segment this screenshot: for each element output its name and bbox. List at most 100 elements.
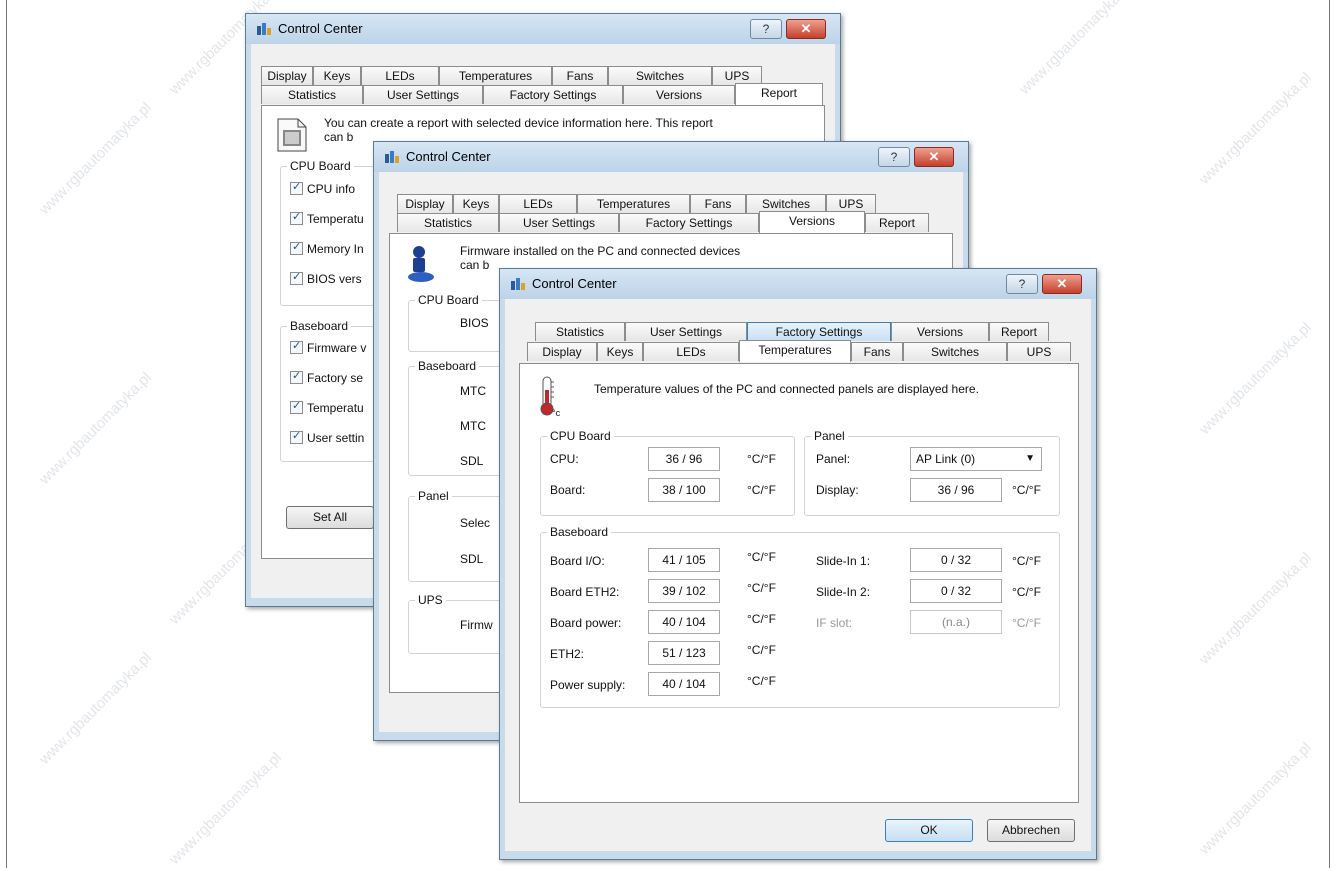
tab-report[interactable]: Report [735,83,823,105]
window-title: Control Center [532,276,617,291]
tab-report[interactable]: Report [865,213,929,232]
checkbox-factory-settings[interactable]: Factory se [290,369,363,385]
cpu-temp-field: 36 / 96 [648,447,720,471]
temperatures-page: °c Temperature values of the PC and conn… [519,363,1079,803]
row-label: MTC [460,384,486,398]
row-label: SDL [460,454,484,468]
unit-label: °C/°F [747,581,776,595]
set-all-button[interactable]: Set All [286,506,374,529]
unit-label: °C/°F [747,674,776,688]
tab-statistics[interactable]: Statistics [535,322,625,341]
cancel-button[interactable]: Abbrechen [987,819,1075,842]
checkbox-cpu-info[interactable]: CPU info [290,180,355,196]
group-label: CPU Board [287,159,354,173]
if-slot-temp-field: (n.a.) [910,610,1002,634]
help-button[interactable]: ? [750,19,782,39]
unit-label: °C/°F [1012,483,1041,497]
tab-display[interactable]: Display [261,66,313,85]
client-area: Statistics User Settings Factory Setting… [505,299,1091,851]
board-eth2-label: Board ETH2: [550,585,620,599]
versions-info-line2: can b [460,258,490,272]
title-bar[interactable]: Control Center ? ✕ [374,142,968,172]
tab-leds[interactable]: LEDs [361,66,439,85]
tab-versions[interactable]: Versions [623,85,735,104]
tab-versions[interactable]: Versions [891,322,989,341]
tab-keys[interactable]: Keys [313,66,361,85]
tab-temperatures[interactable]: Temperatures [439,66,552,85]
checkbox-user-settings[interactable]: User settin [290,429,364,445]
tab-display[interactable]: Display [527,342,597,361]
unit-label: °C/°F [747,643,776,657]
tab-fans[interactable]: Fans [552,66,608,85]
ok-button[interactable]: OK [885,819,973,842]
tab-temperatures[interactable]: Temperatures [739,340,851,362]
chevron-down-icon: ▼ [1025,453,1035,464]
unit-label: °C/°F [1012,585,1041,599]
tab-user-settings[interactable]: User Settings [499,213,619,232]
help-button[interactable]: ? [1006,274,1038,294]
report-info-line1: You can create a report with selected de… [324,116,713,130]
tab-fans[interactable]: Fans [690,194,746,213]
close-button[interactable]: ✕ [1042,274,1082,294]
report-document-icon [277,118,307,152]
group-label: CPU Board [547,429,614,443]
tab-keys[interactable]: Keys [597,342,643,361]
tab-temperatures[interactable]: Temperatures [577,194,690,213]
group-label: UPS [415,593,446,607]
tab-display[interactable]: Display [397,194,453,213]
row-label: Firmw [460,618,493,632]
eth2-temp-field: 51 / 123 [648,641,720,665]
help-button[interactable]: ? [878,147,910,167]
tab-report[interactable]: Report [989,322,1049,341]
tab-factory-settings[interactable]: Factory Settings [619,213,759,232]
eth2-label: ETH2: [550,647,585,661]
tab-keys[interactable]: Keys [453,194,499,213]
power-supply-label: Power supply: [550,678,626,692]
tab-user-settings[interactable]: User Settings [363,85,483,104]
row-label: Selec [460,516,491,530]
group-label: Panel [415,489,452,503]
row-label: MTC [460,419,486,433]
tab-fans[interactable]: Fans [851,342,903,361]
tab-leds[interactable]: LEDs [643,342,739,361]
unit-label: °C/°F [747,483,776,497]
tab-statistics[interactable]: Statistics [261,85,363,104]
tab-versions[interactable]: Versions [759,211,865,233]
display-label: Display: [816,483,859,497]
tab-factory-settings[interactable]: Factory Settings [747,322,891,341]
close-button[interactable]: ✕ [786,19,826,39]
board-io-label: Board I/O: [550,554,605,568]
unit-label: °C/°F [747,550,776,564]
group-label: Baseboard [287,319,352,333]
board-power-label: Board power: [550,616,622,630]
tab-switches[interactable]: Switches [608,66,712,85]
tab-ups[interactable]: UPS [1007,342,1071,361]
control-center-icon [385,151,399,163]
firmware-person-icon [408,246,434,282]
tab-leds[interactable]: LEDs [499,194,577,213]
panel-select[interactable]: AP Link (0) ▼ [910,447,1042,471]
checkbox-temperatures[interactable]: Temperatu [290,399,364,415]
checkbox-memory-info[interactable]: Memory In [290,240,364,256]
power-supply-temp-field: 40 / 104 [648,672,720,696]
group-label: Baseboard [547,525,612,539]
checkbox-bios-version[interactable]: BIOS vers [290,270,362,286]
panel-label: Panel: [816,452,851,466]
versions-info-line1: Firmware installed on the PC and connect… [460,244,741,258]
title-bar[interactable]: Control Center ? ✕ [246,14,840,44]
title-bar[interactable]: Control Center ? ✕ [500,269,1096,299]
board-eth2-temp-field: 39 / 102 [648,579,720,603]
tab-factory-settings[interactable]: Factory Settings [483,85,623,104]
tab-user-settings[interactable]: User Settings [625,322,747,341]
row-label: BIOS [460,316,489,330]
tab-switches[interactable]: Switches [903,342,1007,361]
group-label: CPU Board [415,293,482,307]
thermometer-unit: °c [552,408,561,418]
checkbox-temperature[interactable]: Temperatu [290,210,364,226]
checkbox-firmware-version[interactable]: Firmware v [290,339,366,355]
close-button[interactable]: ✕ [914,147,954,167]
unit-label: °C/°F [1012,554,1041,568]
group-label: Panel [811,429,848,443]
tab-statistics[interactable]: Statistics [397,213,499,232]
slide-in-1-temp-field: 0 / 32 [910,548,1002,572]
